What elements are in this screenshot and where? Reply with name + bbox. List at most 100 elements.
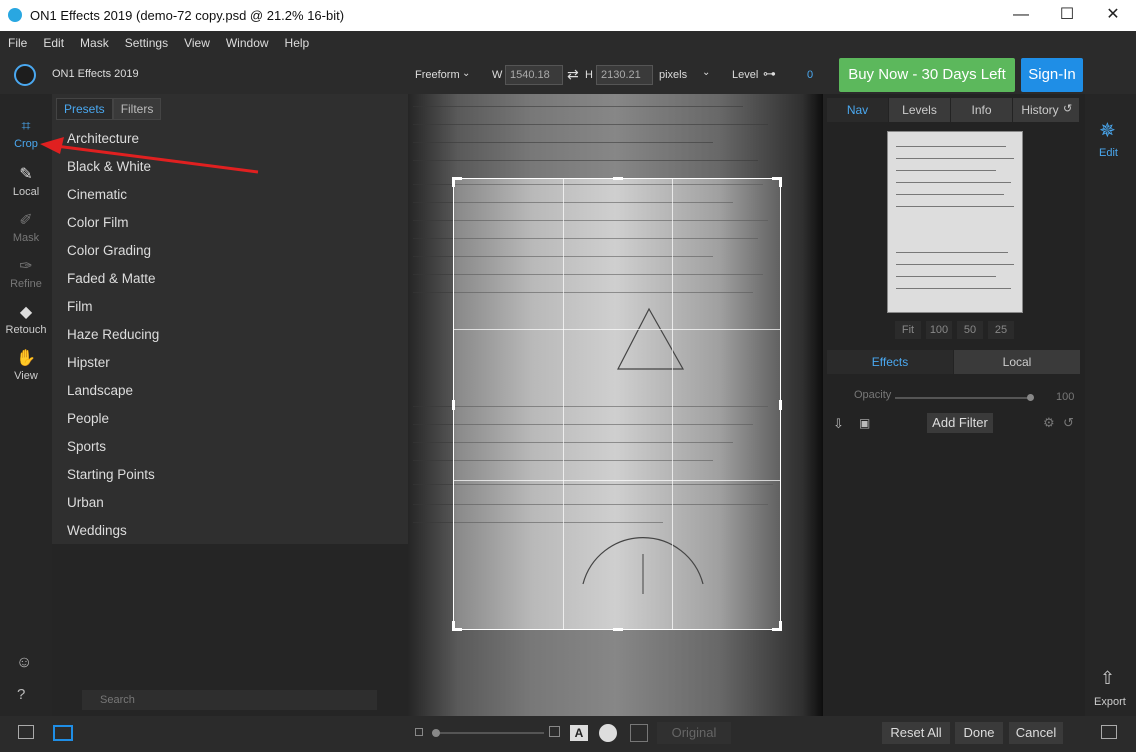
app-logo-icon: [8, 8, 22, 22]
toolbar: ON1 Effects 2019 Freeform ⌄ W 1540.18 ⇄ …: [0, 56, 1136, 94]
swap-dimensions-icon[interactable]: ⇄: [567, 66, 579, 83]
tab-filters[interactable]: Filters: [112, 98, 162, 120]
crop-shade: [408, 630, 823, 716]
crop-handle[interactable]: [613, 177, 623, 180]
text-overlay-toggle[interactable]: A: [570, 725, 588, 741]
tab-info[interactable]: Info: [951, 98, 1012, 122]
tool-label: Local: [12, 186, 40, 198]
navigator-thumbnail[interactable]: [887, 131, 1023, 313]
crop-handle[interactable]: [779, 177, 782, 187]
crop-handle[interactable]: [452, 177, 455, 187]
toggle-left-panel-icon[interactable]: [18, 725, 34, 739]
level-tool-icon[interactable]: ⊶: [763, 66, 776, 82]
mask-view-icon[interactable]: [599, 724, 617, 742]
preset-item[interactable]: Film: [52, 293, 408, 321]
help-icon[interactable]: ?: [17, 686, 25, 703]
cancel-button[interactable]: Cancel: [1009, 722, 1063, 744]
preset-item[interactable]: Color Grading: [52, 237, 408, 265]
tool-refine[interactable]: ✑ Refine: [0, 256, 52, 290]
edit-module-label[interactable]: Edit: [1099, 147, 1118, 159]
presets-panel-footer: ⌕ Search: [52, 544, 408, 716]
menu-mask[interactable]: Mask: [72, 31, 117, 56]
toggle-right-panel-icon[interactable]: [1101, 725, 1117, 739]
crop-shade: [408, 178, 453, 630]
crop-shade: [408, 94, 823, 178]
level-value: 0: [807, 69, 814, 81]
import-icon[interactable]: ⇩: [833, 416, 844, 432]
preset-item[interactable]: Hipster: [52, 349, 408, 377]
reset-all-button[interactable]: Reset All: [882, 722, 950, 744]
reset-icon[interactable]: ↺: [1063, 415, 1074, 431]
menu-file[interactable]: File: [0, 31, 35, 56]
zoom-fit-button[interactable]: Fit: [895, 321, 921, 339]
menu-help[interactable]: Help: [277, 31, 318, 56]
preset-item[interactable]: Cinematic: [52, 181, 408, 209]
opacity-slider-handle[interactable]: [1027, 394, 1034, 401]
zoom-slider[interactable]: [432, 732, 544, 734]
crop-handle[interactable]: [452, 400, 455, 410]
done-button[interactable]: Done: [955, 722, 1003, 744]
width-input[interactable]: 1540.18: [505, 65, 563, 85]
sign-in-button[interactable]: Sign-In: [1021, 58, 1083, 92]
preset-item[interactable]: Urban: [52, 489, 408, 517]
right-panel: Nav Levels Info History ↺ Fit 100 50 25 …: [823, 94, 1085, 716]
tool-label: View: [14, 370, 38, 382]
menu-window[interactable]: Window: [218, 31, 277, 56]
level-label: Level: [732, 69, 759, 81]
tab-levels[interactable]: Levels: [889, 98, 950, 122]
app-name: ON1 Effects 2019: [52, 68, 139, 80]
single-view-icon[interactable]: [53, 725, 73, 741]
undo-icon: ↺: [1063, 103, 1073, 115]
close-button[interactable]: ✕: [1090, 4, 1136, 26]
tool-view[interactable]: ✋ View: [0, 348, 52, 382]
histogram-icon[interactable]: [630, 724, 648, 742]
tab-nav[interactable]: Nav: [827, 98, 888, 122]
buy-now-button[interactable]: Buy Now - 30 Days Left: [839, 58, 1015, 92]
edit-module-icon[interactable]: ✵: [1099, 118, 1116, 143]
add-filter-button[interactable]: Add Filter: [927, 413, 993, 433]
zoom-25-button[interactable]: 25: [988, 321, 1014, 339]
zoom-100-button[interactable]: 100: [926, 321, 952, 339]
minimize-button[interactable]: —: [998, 4, 1044, 26]
menu-view[interactable]: View: [176, 31, 218, 56]
tab-effects[interactable]: Effects: [827, 350, 953, 374]
preset-item[interactable]: Weddings: [52, 517, 408, 545]
on1-logo-icon: [14, 64, 36, 86]
tool-retouch[interactable]: ◆ Retouch: [0, 302, 52, 336]
gear-icon[interactable]: ⚙: [1043, 415, 1055, 431]
original-toggle-button[interactable]: Original: [657, 722, 731, 744]
user-icon[interactable]: ☺: [16, 654, 32, 672]
tab-local[interactable]: Local: [954, 350, 1080, 374]
search-input[interactable]: Search: [82, 690, 377, 710]
units-select[interactable]: pixels: [659, 69, 687, 81]
menu-bar: File Edit Mask Settings View Window Help: [0, 31, 1136, 56]
preset-item[interactable]: Color Film: [52, 209, 408, 237]
menu-settings[interactable]: Settings: [117, 31, 176, 56]
menu-edit[interactable]: Edit: [35, 31, 72, 56]
export-label[interactable]: Export: [1094, 696, 1126, 708]
preset-item[interactable]: Landscape: [52, 377, 408, 405]
tool-mask[interactable]: ✐ Mask: [0, 210, 52, 244]
zoom-in-icon[interactable]: [549, 726, 560, 737]
zoom-slider-handle[interactable]: [432, 729, 440, 737]
preset-item[interactable]: Faded & Matte: [52, 265, 408, 293]
maximize-button[interactable]: ☐: [1044, 4, 1090, 26]
preset-item[interactable]: People: [52, 405, 408, 433]
tab-presets[interactable]: Presets: [56, 98, 113, 120]
crop-handle[interactable]: [779, 400, 782, 410]
image-canvas[interactable]: [408, 94, 823, 716]
preset-item[interactable]: Sports: [52, 433, 408, 461]
export-icon[interactable]: ⇧: [1100, 668, 1115, 689]
zoom-out-icon[interactable]: [415, 728, 423, 736]
preset-item[interactable]: Haze Reducing: [52, 321, 408, 349]
height-input[interactable]: 2130.21: [596, 65, 653, 85]
crop-handle[interactable]: [613, 628, 623, 631]
crop-handle[interactable]: [452, 621, 455, 631]
crop-mode-select[interactable]: Freeform: [415, 69, 460, 81]
crop-handle[interactable]: [779, 621, 782, 631]
crop-box[interactable]: [452, 177, 782, 631]
opacity-slider[interactable]: [895, 397, 1033, 399]
zoom-50-button[interactable]: 50: [957, 321, 983, 339]
preset-item[interactable]: Starting Points: [52, 461, 408, 489]
mask-icon[interactable]: ▣: [859, 416, 870, 430]
